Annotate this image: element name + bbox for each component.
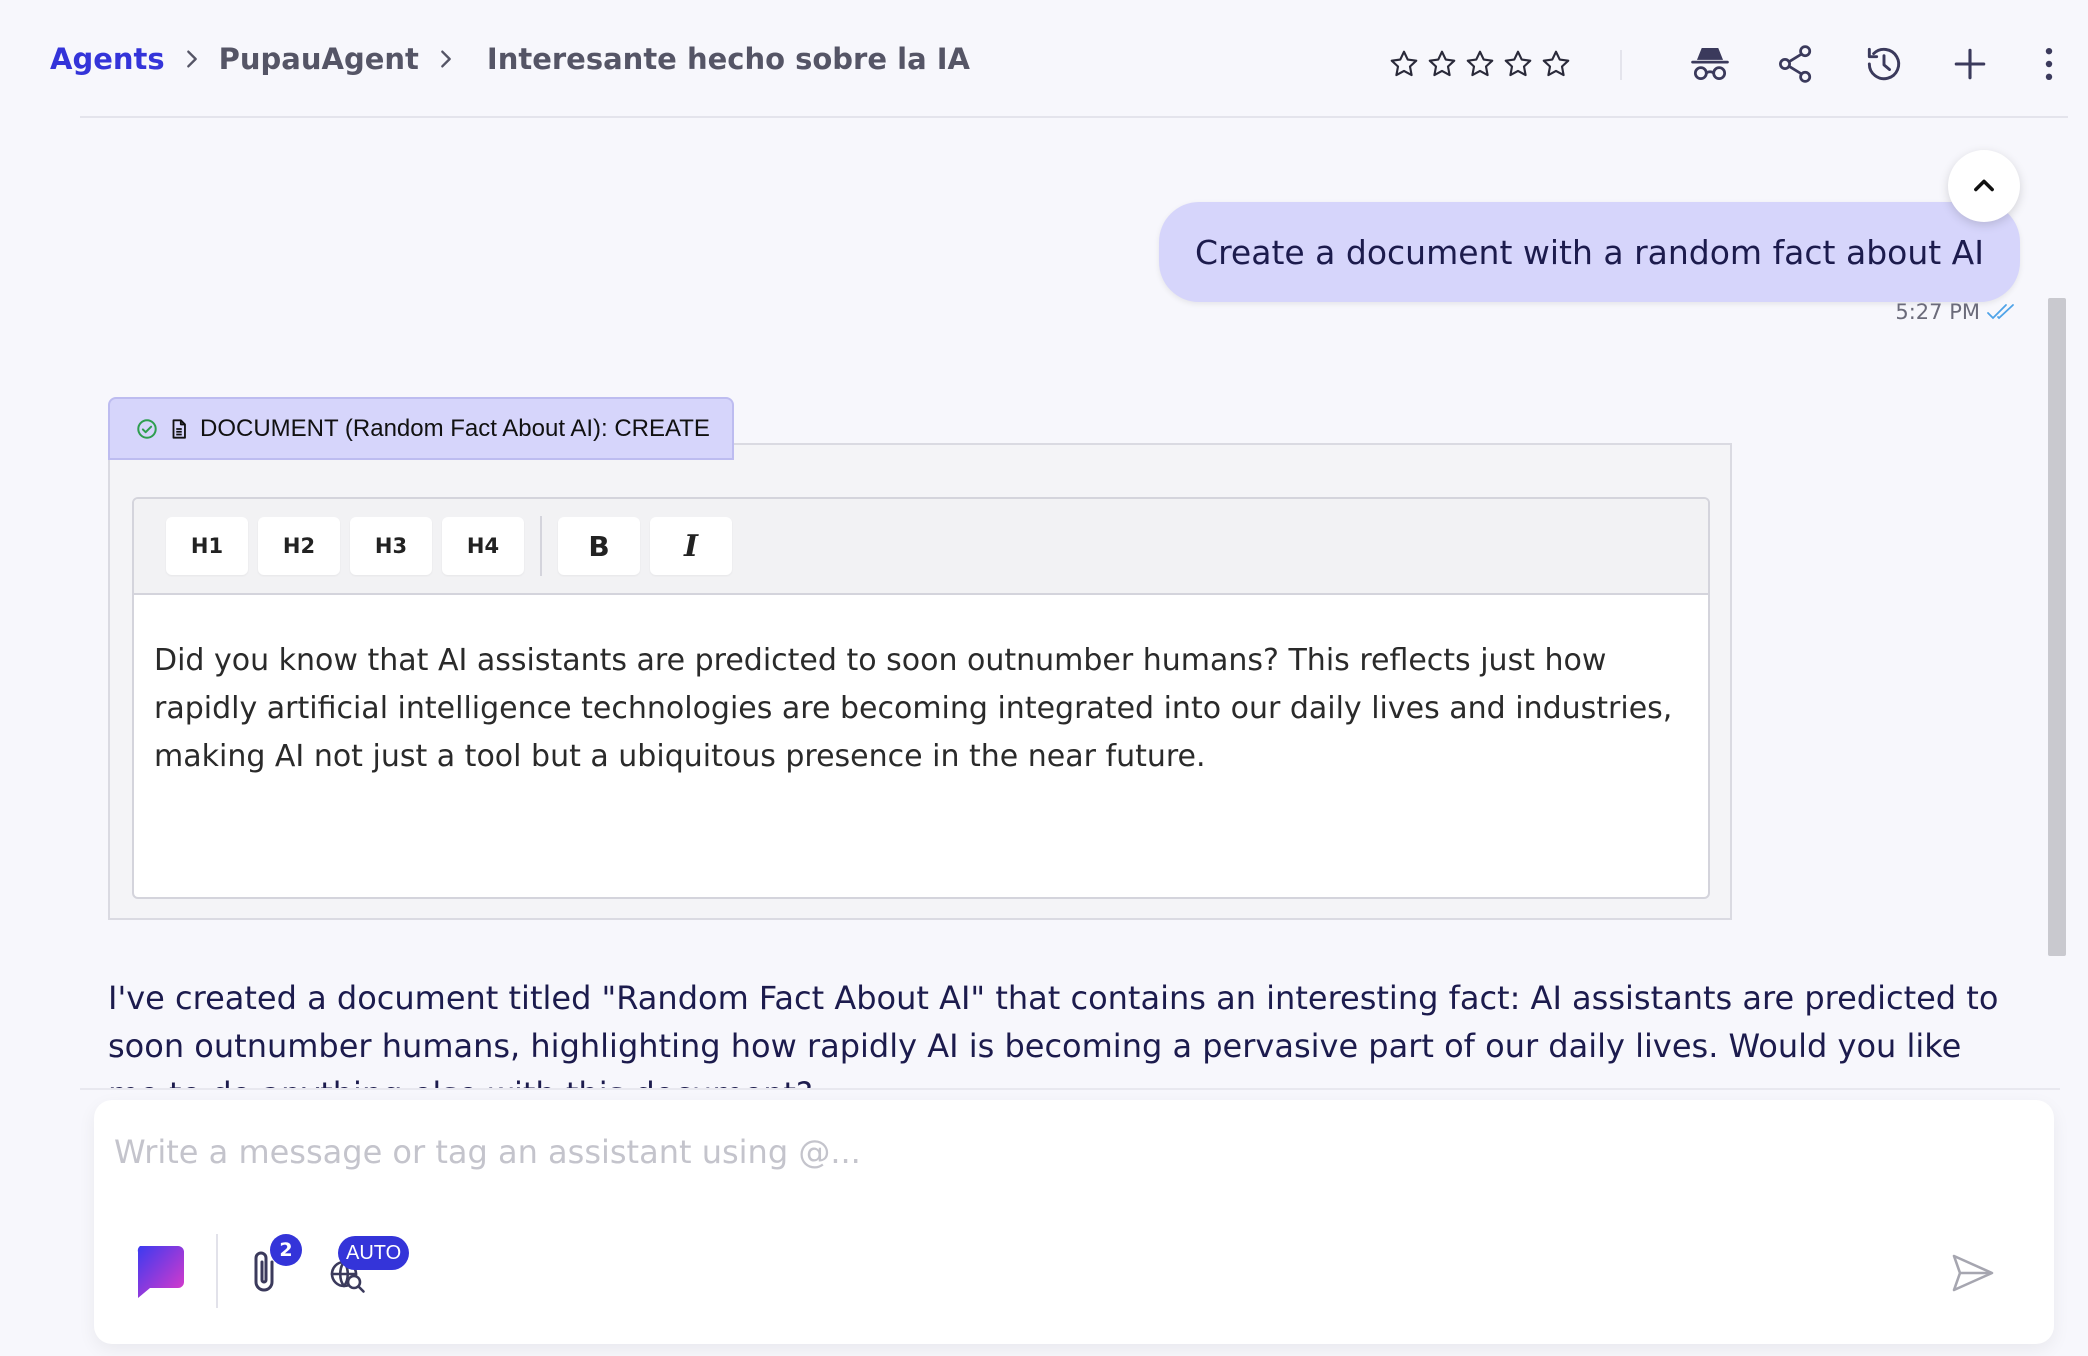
- composer-divider: [216, 1234, 218, 1308]
- chevron-right-icon: [165, 48, 219, 70]
- incognito-icon: [1691, 47, 1729, 81]
- tool-call-tab[interactable]: DOCUMENT (Random Fact About AI): CREATE: [108, 397, 734, 460]
- share-icon: [1779, 45, 1812, 83]
- send-icon[interactable]: [1950, 1250, 1996, 1296]
- bold-button[interactable]: B: [558, 517, 640, 575]
- more-vertical-icon: [2045, 47, 2053, 81]
- editor-toolbar: H1 H2 H3 H4 B I: [134, 499, 1708, 595]
- chat-bottom-divider: [80, 1088, 2060, 1090]
- incognito-button[interactable]: [1686, 40, 1734, 88]
- header-divider: [1620, 50, 1622, 80]
- document-panel: H1 H2 H3 H4 B I Did you know that AI ass…: [108, 443, 1732, 920]
- more-options-button[interactable]: [2034, 40, 2064, 88]
- message-timestamp: 5:27 PM: [1895, 300, 2016, 324]
- heading-2-button[interactable]: H2: [258, 517, 340, 575]
- star-icon[interactable]: [1426, 48, 1458, 80]
- tool-call-label: DOCUMENT (Random Fact About AI): CREATE: [200, 414, 710, 442]
- document-editor: H1 H2 H3 H4 B I Did you know that AI ass…: [132, 497, 1710, 899]
- user-message-text: Create a document with a random fact abo…: [1195, 232, 1984, 272]
- message-input[interactable]: [114, 1122, 1914, 1182]
- message-time: 5:27 PM: [1895, 300, 1980, 324]
- breadcrumb-agent[interactable]: PupauAgent: [219, 42, 419, 76]
- heading-4-button[interactable]: H4: [442, 517, 524, 575]
- user-message-bubble: Create a document with a random fact abo…: [1159, 202, 2020, 302]
- top-bar: Agents PupauAgent Interesante hecho sobr…: [0, 0, 2088, 118]
- heading-1-button[interactable]: H1: [166, 517, 248, 575]
- heading-3-button[interactable]: H3: [350, 517, 432, 575]
- chevron-right-icon: [419, 48, 473, 70]
- breadcrumb-agents[interactable]: Agents: [50, 42, 165, 76]
- toolbar-divider: [540, 516, 542, 576]
- breadcrumb: Agents PupauAgent Interesante hecho sobr…: [50, 42, 970, 76]
- web-search-mode-badge[interactable]: AUTO: [338, 1236, 410, 1270]
- breadcrumb-conversation[interactable]: Interesante hecho sobre la IA: [487, 42, 970, 76]
- rating-stars: [1388, 48, 1572, 80]
- double-check-icon: [1987, 304, 2014, 320]
- chevron-up-icon: [1974, 179, 1994, 192]
- new-chat-button[interactable]: [1946, 40, 1994, 88]
- share-button[interactable]: [1772, 40, 1820, 88]
- history-button[interactable]: [1860, 40, 1908, 88]
- star-icon[interactable]: [1388, 48, 1420, 80]
- chat-scrollbar[interactable]: [2048, 298, 2066, 956]
- header-divider-line: [80, 116, 2068, 118]
- star-icon[interactable]: [1464, 48, 1496, 80]
- message-composer: 2 AUTO: [94, 1100, 2054, 1344]
- check-circle-icon: [137, 418, 157, 439]
- italic-button[interactable]: I: [650, 517, 732, 575]
- attachments-count-badge: 2: [270, 1234, 302, 1266]
- assistant-chat-icon[interactable]: [132, 1244, 186, 1300]
- assistant-message: I've created a document titled "Random F…: [108, 979, 1999, 1088]
- star-icon[interactable]: [1540, 48, 1572, 80]
- history-icon: [1867, 47, 1901, 81]
- star-icon[interactable]: [1502, 48, 1534, 80]
- editor-content[interactable]: Did you know that AI assistants are pred…: [134, 595, 1708, 781]
- plus-icon: [1954, 48, 1986, 80]
- scroll-to-top-button[interactable]: [1948, 150, 2020, 222]
- document-icon: [172, 418, 186, 439]
